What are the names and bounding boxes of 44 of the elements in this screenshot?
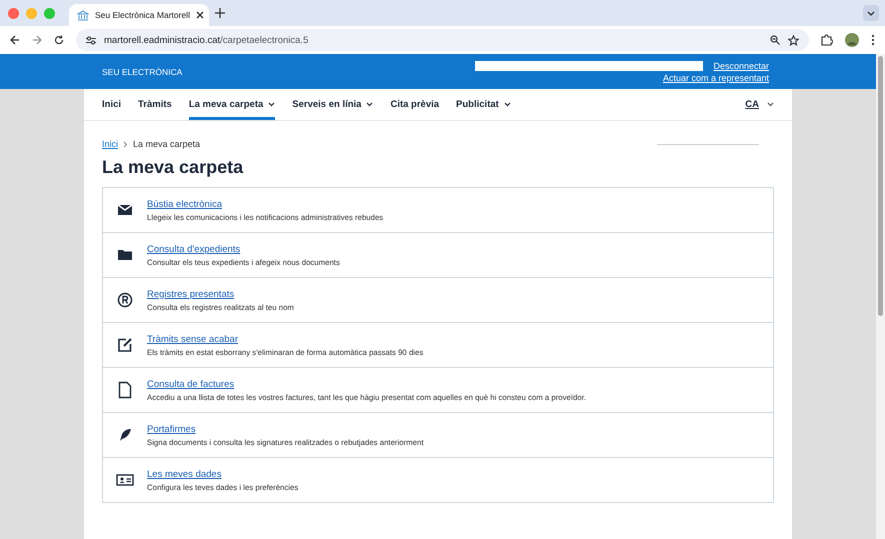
chevron-right-icon xyxy=(123,140,128,148)
service-link[interactable]: Portafirmes xyxy=(147,424,424,434)
service-link[interactable]: Tràmits sense acabar xyxy=(147,334,424,344)
back-icon[interactable] xyxy=(10,35,20,45)
service-link[interactable]: Bústia electrònica xyxy=(147,198,384,210)
new-tab-icon[interactable] xyxy=(215,8,225,18)
breadcrumb-link[interactable]: Inici xyxy=(102,139,118,149)
language-selector[interactable]: CA xyxy=(745,89,774,120)
page-title: La meva carpeta xyxy=(102,157,244,178)
nav-item[interactable]: Publicitat xyxy=(456,89,511,120)
zoom-icon[interactable] xyxy=(770,35,780,45)
browser-tab[interactable]: Seu Electrònica Martorell xyxy=(69,4,209,26)
nav-item[interactable]: Inici xyxy=(102,89,122,120)
chevron-down-icon xyxy=(366,102,374,107)
service-link[interactable]: Les meves dades xyxy=(147,468,298,480)
tab-list-icon[interactable] xyxy=(863,5,879,21)
nav-item[interactable]: Tràmits xyxy=(138,89,172,120)
scrollbar-thumb[interactable] xyxy=(878,56,883,316)
close-icon[interactable] xyxy=(196,11,204,19)
building-icon xyxy=(77,10,89,20)
service-link[interactable]: Consulta de factures xyxy=(147,378,586,390)
nav-item[interactable]: Cita prèvia xyxy=(390,89,440,120)
extensions-icon[interactable] xyxy=(821,34,833,46)
breadcrumb-current: La meva carpeta xyxy=(133,139,200,149)
nav-item[interactable]: La meva carpeta xyxy=(188,89,276,120)
site-title: SEU ELECTRÒNICA xyxy=(102,66,184,76)
nav-item[interactable]: Serveis en línia xyxy=(292,89,374,120)
profile-avatar-icon[interactable] xyxy=(845,33,859,47)
address-bar[interactable]: martorell.eadministracio.cat/carpetaelectronica.5 xyxy=(76,29,809,51)
registered-icon xyxy=(116,291,134,309)
reload-icon[interactable] xyxy=(54,35,64,45)
service-link[interactable]: Consulta d'expedients xyxy=(147,244,340,254)
chevron-down-icon xyxy=(268,102,276,107)
edit-icon xyxy=(116,336,134,354)
chevron-down-icon xyxy=(767,102,774,107)
chevron-down-icon xyxy=(504,102,511,107)
star-icon[interactable] xyxy=(788,34,799,46)
service-link[interactable]: Registres presentats xyxy=(147,288,294,300)
forward-icon[interactable] xyxy=(32,35,42,45)
document-icon xyxy=(116,381,134,399)
menu-icon[interactable] xyxy=(871,34,875,46)
logout-link[interactable]: Desconnectar xyxy=(713,60,769,70)
representative-link[interactable]: Actuar com a representant xyxy=(662,72,769,82)
site-settings-icon xyxy=(86,36,96,44)
